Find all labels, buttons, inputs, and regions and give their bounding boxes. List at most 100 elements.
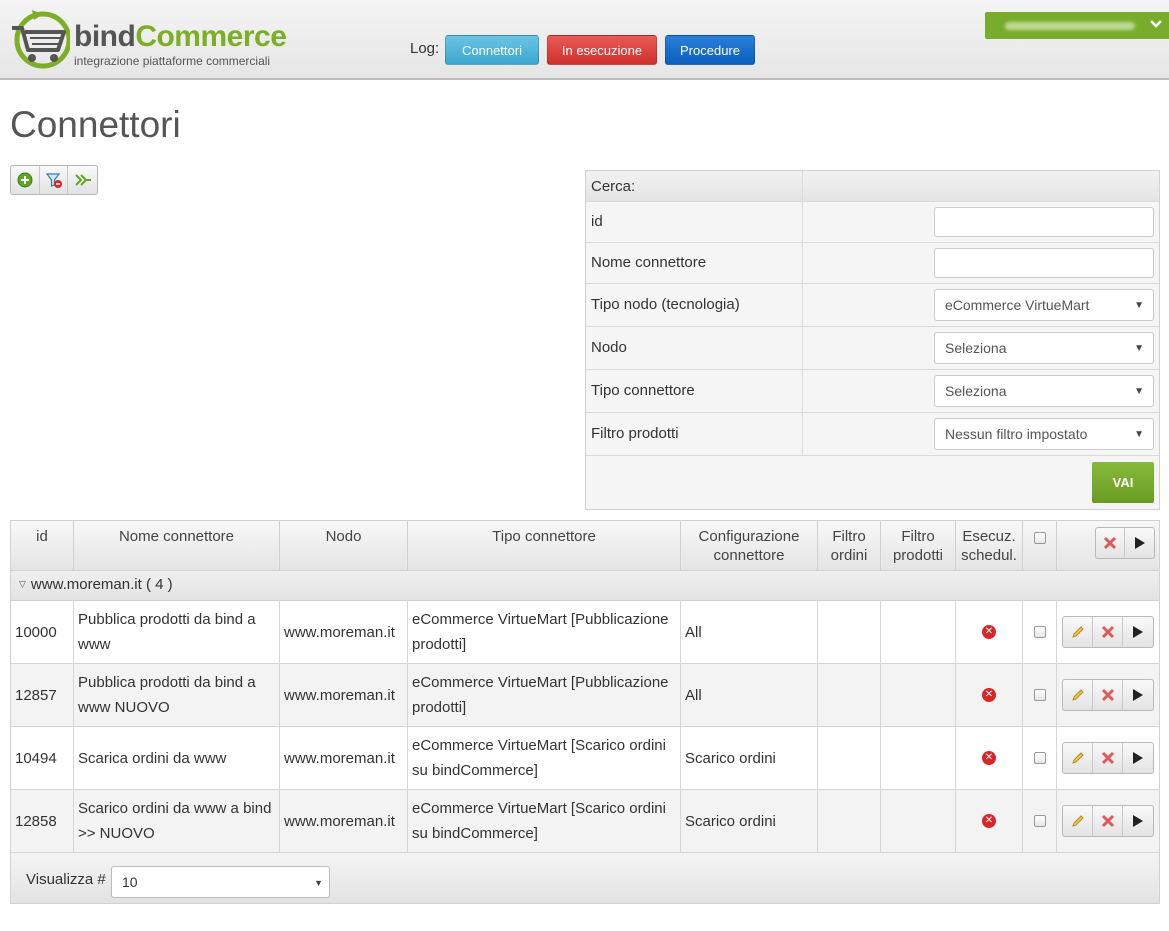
- row-checkbox[interactable]: [1033, 815, 1046, 827]
- col-header-filtro-ordini[interactable]: Filtro ordini: [818, 521, 881, 571]
- edit-button[interactable]: [1063, 617, 1093, 647]
- user-menu[interactable]: [985, 12, 1169, 39]
- delete-button[interactable]: [1093, 806, 1123, 836]
- chevron-down-icon: [1150, 20, 1162, 28]
- cell-filtro-prodotti: [881, 664, 956, 726]
- search-label-nome: Nome connettore: [591, 254, 707, 271]
- group-row[interactable]: ▽ www.moreman.it ( 4 ): [11, 571, 1159, 601]
- row-checkbox[interactable]: [1033, 689, 1046, 701]
- cell-tipo: eCommerce VirtueMart [Pubblicazione prod…: [408, 664, 681, 726]
- row-actions: [1062, 679, 1154, 711]
- cell-nome: Pubblica prodotti da bind a www: [74, 601, 280, 663]
- nome-connettore-input[interactable]: [934, 248, 1154, 278]
- play-icon: [1133, 815, 1143, 827]
- cell-tipo: eCommerce VirtueMart [Pubblicazione prod…: [408, 601, 681, 663]
- cell-esecuz: ✕: [956, 727, 1023, 789]
- row-actions: [1062, 742, 1154, 774]
- collapse-triangle-icon[interactable]: ▽: [19, 579, 26, 589]
- run-button[interactable]: [1123, 806, 1153, 836]
- run-button[interactable]: [1123, 743, 1153, 773]
- cell-id: 10000: [11, 601, 74, 663]
- col-header-filtro-prodotti[interactable]: Filtro prodotti: [881, 521, 956, 571]
- col-header-nodo[interactable]: Nodo: [280, 521, 408, 571]
- col-header-esecuz[interactable]: Esecuz. schedul.: [956, 521, 1023, 571]
- cell-esecuz: ✕: [956, 664, 1023, 726]
- table-row[interactable]: 10000 Pubblica prodotti da bind a www ww…: [11, 601, 1159, 664]
- nodo-select[interactable]: Seleziona ▼: [934, 332, 1154, 364]
- edit-button[interactable]: [1063, 806, 1093, 836]
- edit-button[interactable]: [1063, 680, 1093, 710]
- page-size-label: Visualizza #: [26, 871, 106, 888]
- filtro-prodotti-select[interactable]: Nessun filtro impostato ▼: [934, 418, 1154, 450]
- col-header-select-all: [1023, 521, 1057, 571]
- col-header-id[interactable]: id: [11, 521, 74, 571]
- col-header-tipo[interactable]: Tipo connettore: [408, 521, 681, 571]
- log-procedure-button[interactable]: Procedure: [665, 35, 755, 65]
- logo-wordmark: bindCommerce: [74, 20, 287, 53]
- col-header-configurazione[interactable]: Configurazione connettore: [681, 521, 818, 571]
- cell-select: [1023, 790, 1057, 852]
- delete-x-icon: [1101, 751, 1114, 765]
- delete-button[interactable]: [1093, 680, 1123, 710]
- cell-tipo: eCommerce VirtueMart [Scarico ordini su …: [408, 790, 681, 852]
- list-toolbar: [10, 165, 98, 195]
- col-header-nome[interactable]: Nome connettore: [74, 521, 280, 571]
- run-button[interactable]: [1123, 617, 1153, 647]
- delete-button[interactable]: [1093, 617, 1123, 647]
- vai-button[interactable]: VAI: [1092, 462, 1154, 503]
- logo-tagline: integrazione piattaforme commerciali: [74, 54, 271, 68]
- edit-button[interactable]: [1063, 743, 1093, 773]
- table-row[interactable]: 10494 Scarica ordini da www www.moreman.…: [11, 727, 1159, 790]
- bulk-delete-button[interactable]: [1096, 528, 1126, 558]
- table-row[interactable]: 12857 Pubblica prodotti da bind a www NU…: [11, 664, 1159, 727]
- cart-logo-icon: [12, 10, 70, 69]
- tipo-nodo-select[interactable]: eCommerce VirtueMart ▼: [934, 289, 1154, 321]
- cell-nodo: www.moreman.it: [280, 727, 408, 789]
- search-label-id: id: [591, 213, 603, 230]
- add-button[interactable]: [11, 166, 40, 194]
- cell-filtro-prodotti: [881, 727, 956, 789]
- schedule-disabled-icon: ✕: [982, 625, 996, 639]
- group-label: www.moreman.it ( 4 ): [30, 576, 173, 593]
- tipo-connettore-select[interactable]: Seleziona ▼: [934, 375, 1154, 407]
- cell-select: [1023, 601, 1057, 663]
- play-icon: [1133, 626, 1143, 638]
- id-input[interactable]: [934, 207, 1154, 237]
- cell-config: Scarico ordini: [681, 727, 818, 789]
- cell-filtro-ordini: [818, 601, 881, 663]
- cell-filtro-prodotti: [881, 790, 956, 852]
- table-row[interactable]: 12858 Scarico ordini da www a bind >> NU…: [11, 790, 1159, 853]
- clear-filter-icon: [45, 173, 62, 188]
- play-icon: [1133, 689, 1143, 701]
- forward-button[interactable]: [68, 166, 97, 194]
- search-panel: Cerca: id Nome connettore Tipo nodo (tec…: [585, 170, 1160, 510]
- page-size-select[interactable]: 10 ▼: [111, 866, 330, 898]
- row-checkbox[interactable]: [1033, 752, 1046, 764]
- search-label-tipo-connettore: Tipo connettore: [591, 382, 695, 399]
- top-bar: bindCommerce integrazione piattaforme co…: [0, 0, 1169, 80]
- log-connettori-button[interactable]: Connettori: [445, 35, 539, 65]
- page-title: Connettori: [10, 104, 181, 145]
- bulk-run-button[interactable]: [1125, 528, 1154, 558]
- pencil-icon: [1071, 815, 1084, 827]
- row-actions: [1062, 616, 1154, 648]
- cell-esecuz: ✕: [956, 790, 1023, 852]
- cell-nodo: www.moreman.it: [280, 790, 408, 852]
- schedule-disabled-icon: ✕: [982, 751, 996, 765]
- row-checkbox[interactable]: [1033, 626, 1046, 638]
- cell-select: [1023, 727, 1057, 789]
- bulk-actions: [1095, 527, 1155, 559]
- delete-button[interactable]: [1093, 743, 1123, 773]
- cell-filtro-ordini: [818, 727, 881, 789]
- bindcommerce-logo[interactable]: bindCommerce integrazione piattaforme co…: [10, 8, 300, 72]
- cell-id: 12857: [11, 664, 74, 726]
- connectors-table: id Nome connettore Nodo Tipo connettore …: [10, 520, 1160, 904]
- delete-x-icon: [1101, 814, 1114, 828]
- log-in-esecuzione-button[interactable]: In esecuzione: [547, 35, 657, 65]
- run-button[interactable]: [1123, 680, 1153, 710]
- cell-actions: [1057, 664, 1159, 726]
- select-all-checkbox[interactable]: [1033, 532, 1046, 544]
- clear-filter-button[interactable]: [40, 166, 69, 194]
- cell-config: All: [681, 601, 818, 663]
- cell-select: [1023, 664, 1057, 726]
